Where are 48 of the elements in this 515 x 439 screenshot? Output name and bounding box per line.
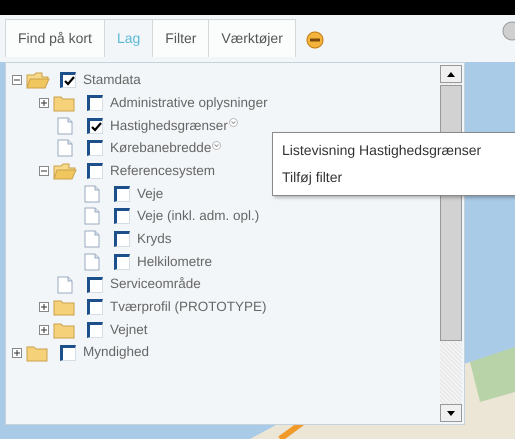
expand-icon[interactable] [12,348,22,358]
checkbox[interactable] [87,322,103,338]
checkbox[interactable] [87,276,103,293]
checkbox[interactable] [114,254,130,270]
menu-item[interactable]: Tilføj filter [273,164,352,191]
folder-icon [53,162,77,180]
checkbox[interactable] [60,344,76,361]
checkbox[interactable] [60,72,76,88]
layer-label[interactable]: Tværprofil (PROTOTYPE) [110,297,267,318]
tab[interactable]: Find på kort [6,20,105,57]
up-arrow-icon [447,72,455,76]
folder-icon [53,94,77,112]
layer-label[interactable]: Helkilometre [137,252,212,272]
checkbox[interactable] [114,208,130,224]
layer-label[interactable]: Kryds [137,229,172,250]
layer-label[interactable]: Hastighedsgrænser [110,116,228,136]
down-arrow-icon [447,410,455,416]
checkbox[interactable] [114,231,130,248]
layer-label[interactable]: Veje [137,184,164,204]
folder-icon [26,71,50,90]
expand-icon[interactable] [39,302,49,312]
collapse-icon[interactable] [39,166,49,176]
dropdown-icon[interactable] [228,118,238,128]
checkbox[interactable] [87,299,103,316]
dropdown-icon[interactable] [212,140,222,150]
checkbox[interactable] [87,118,103,134]
layer-label[interactable]: Veje (inkl. adm. opl.) [137,206,260,227]
layer-label[interactable]: Stamdata [83,70,141,90]
layer-label[interactable]: Vejnet [110,320,148,340]
menu-item[interactable]: Listevisning Hastighedsgrænser [273,137,490,164]
scroll-down-button[interactable] [440,404,462,422]
checkbox[interactable] [87,140,103,156]
checkbox[interactable] [87,163,103,180]
layer-label[interactable]: Kørebanebredde [110,138,212,159]
folder-icon [53,298,77,316]
expand-icon[interactable] [39,98,49,108]
scroll-up-button[interactable] [440,65,462,83]
tab[interactable]: Filter [153,20,210,57]
layer-label[interactable]: Administrative oplysninger [110,92,268,114]
expand-icon[interactable] [39,324,49,335]
layer-label[interactable]: Serviceområde [110,274,201,295]
layer-label[interactable]: Myndighed [83,342,150,363]
folder-icon [53,320,77,339]
checkbox[interactable] [114,186,130,202]
collapse-icon[interactable] [12,75,22,86]
folder-icon [26,344,50,362]
checkbox[interactable] [87,95,103,112]
layer-label[interactable]: Referencesystem [110,160,216,182]
